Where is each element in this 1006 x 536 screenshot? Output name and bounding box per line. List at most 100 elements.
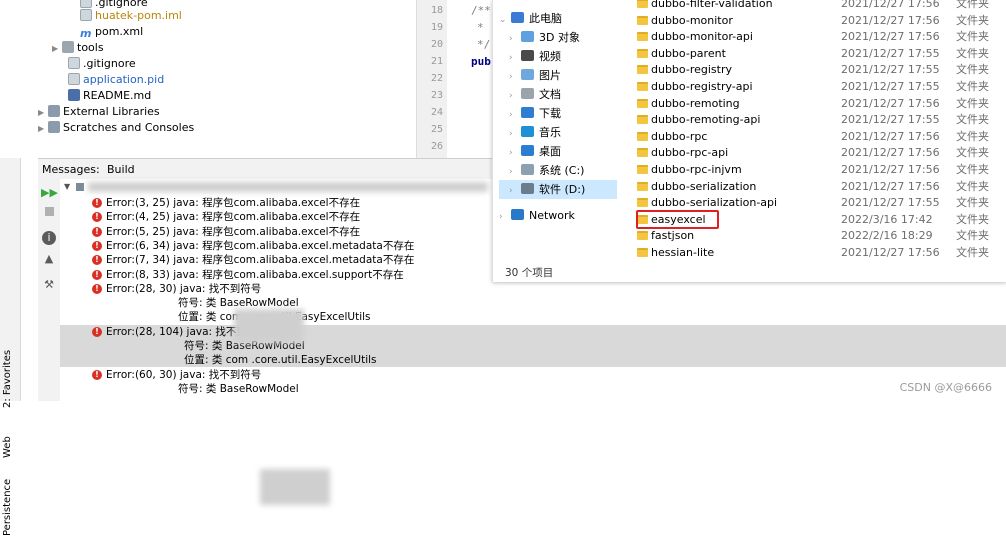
error-detail-row[interactable]: 符号: 类 BaseRowModel bbox=[60, 382, 1006, 396]
expand-arrow-icon[interactable]: ▶ bbox=[38, 121, 48, 137]
tree-item[interactable]: ▶ Scratches and Consoles bbox=[38, 120, 194, 136]
nav-item[interactable]: ⌄ 此电脑 bbox=[499, 9, 617, 28]
tree-item[interactable]: huatek-pom.iml bbox=[80, 8, 182, 24]
error-icon: ! bbox=[92, 226, 102, 237]
error-message-row[interactable]: ! Error:(60, 30) java: 找不到符号 bbox=[60, 368, 1006, 382]
nav-item-label: 软件 (D:) bbox=[539, 183, 586, 196]
error-detail-row[interactable]: 符号: 类 BaseRowModel bbox=[60, 296, 1006, 310]
nav-item[interactable]: › Network bbox=[499, 206, 617, 225]
nav-item[interactable]: › 软件 (D:) bbox=[499, 180, 617, 199]
item-type: 文件夹 bbox=[956, 30, 989, 44]
folder-name: dubbo-remoting-api bbox=[651, 113, 761, 127]
highlight-box bbox=[636, 210, 719, 229]
info-filter-icon[interactable]: i bbox=[42, 231, 56, 245]
error-icon: ! bbox=[92, 255, 102, 266]
folder-icon bbox=[637, 131, 648, 141]
folder-row[interactable]: dubbo-rpc 2021/12/27 17:56 文件夹 bbox=[629, 129, 1006, 145]
folder-row[interactable]: fastjson 2022/2/16 18:29 文件夹 bbox=[629, 228, 1006, 244]
folder-name: dubbo-remoting bbox=[651, 96, 740, 110]
modified-date: 2021/12/27 17:55 bbox=[841, 113, 940, 127]
error-detail-row[interactable]: 位置: 类 com .core.util.EasyExcelUtils bbox=[60, 310, 1006, 324]
persistence-tab[interactable]: Persistence bbox=[2, 479, 13, 536]
folder-row[interactable]: hessian-lite 2021/12/27 17:56 文件夹 bbox=[629, 245, 1006, 261]
tree-item[interactable]: m pom.xml bbox=[80, 24, 143, 40]
modified-date: 2021/12/27 17:56 bbox=[841, 96, 940, 110]
library-icon bbox=[48, 105, 60, 117]
nav-item[interactable]: › 系统 (C:) bbox=[499, 161, 617, 180]
warning-filter-icon[interactable]: ▲ bbox=[41, 251, 57, 267]
stop-icon[interactable] bbox=[41, 205, 57, 221]
folder-row[interactable]: dubbo-rpc-api 2021/12/27 17:56 文件夹 bbox=[629, 145, 1006, 161]
folder-row[interactable]: dubbo-registry 2021/12/27 17:55 文件夹 bbox=[629, 62, 1006, 78]
nav-item[interactable]: › 文档 bbox=[499, 85, 617, 104]
nav-item[interactable]: › 桌面 bbox=[499, 142, 617, 161]
tree-item-label: External Libraries bbox=[63, 105, 160, 118]
expand-arrow-icon[interactable]: ▼ bbox=[64, 180, 70, 194]
web-tab[interactable]: Web bbox=[2, 436, 13, 458]
code-fragment: */ bbox=[477, 38, 491, 51]
folder-row[interactable]: dubbo-rpc-injvm 2021/12/27 17:56 文件夹 bbox=[629, 162, 1006, 178]
folder-row[interactable]: dubbo-registry-api 2021/12/27 17:55 文件夹 bbox=[629, 79, 1006, 95]
item-type: 文件夹 bbox=[956, 129, 989, 143]
chevron-icon[interactable]: › bbox=[509, 182, 521, 201]
nav-item[interactable]: › 3D 对象 bbox=[499, 28, 617, 47]
file-icon bbox=[80, 0, 92, 8]
folder-name: dubbo-rpc-injvm bbox=[651, 163, 742, 176]
error-detail-row[interactable]: 位置: 类 com .core.util.EasyExcelUtils bbox=[60, 353, 1006, 368]
nav-item-label: 视频 bbox=[539, 50, 561, 63]
build-tab[interactable]: Build bbox=[107, 163, 135, 176]
left-tool-window-strip: 2: Favorites Web Persistence bbox=[0, 158, 21, 536]
folder-icon bbox=[637, 65, 648, 75]
tree-item[interactable]: ▶ tools bbox=[52, 40, 104, 56]
folder-row[interactable]: dubbo-remoting-api 2021/12/27 17:55 文件夹 bbox=[629, 112, 1006, 128]
message-text: Error:(5, 25) java: 程序包com.alibaba.excel… bbox=[106, 225, 361, 238]
folder-row[interactable]: dubbo-filter-validation 2021/12/27 17:56 文… bbox=[629, 0, 1006, 12]
chevron-icon[interactable]: › bbox=[499, 208, 511, 227]
line-number: 20 bbox=[430, 39, 443, 50]
folder-row[interactable]: dubbo-serialization 2021/12/27 17:56 文件夹 bbox=[629, 179, 1006, 195]
expand-arrow-icon[interactable]: ▶ bbox=[38, 105, 48, 121]
redacted-region bbox=[234, 309, 304, 343]
nav-item[interactable]: › 视频 bbox=[499, 47, 617, 66]
line-number: 21 bbox=[430, 56, 443, 67]
code-editor[interactable]: 18 19 20 21 22 23 24 25 26 /** * */ pub bbox=[416, 0, 493, 158]
favorites-tab[interactable]: 2: Favorites bbox=[2, 350, 13, 408]
nav-item-label: 文档 bbox=[539, 88, 561, 101]
item-type: 文件夹 bbox=[956, 80, 989, 93]
nav-item[interactable]: › 下载 bbox=[499, 104, 617, 123]
folder-row[interactable]: dubbo-parent 2021/12/27 17:55 文件夹 bbox=[629, 46, 1006, 62]
tree-item[interactable]: .gitignore bbox=[68, 56, 136, 72]
line-number: 18 bbox=[430, 5, 443, 16]
folder-row[interactable]: dubbo-serialization-api 2021/12/27 17:55 文… bbox=[629, 195, 1006, 211]
message-text: Error:(60, 30) java: 找不到符号 bbox=[106, 368, 262, 381]
tree-item[interactable]: README.md bbox=[68, 88, 151, 104]
folder-icon bbox=[637, 231, 648, 241]
modified-date: 2021/12/27 17:56 bbox=[841, 13, 940, 27]
error-message-row[interactable]: ! Error:(28, 30) java: 找不到符号 bbox=[60, 282, 1006, 296]
tree-item-label: tools bbox=[77, 41, 104, 54]
item-type: 文件夹 bbox=[956, 0, 989, 10]
wrench-icon[interactable]: ⚒ bbox=[41, 277, 57, 293]
rerun-icon[interactable]: ▶▶ bbox=[41, 185, 58, 201]
tree-item-label: huatek-pom.iml bbox=[95, 9, 182, 22]
modified-date: 2022/2/16 18:29 bbox=[841, 229, 933, 243]
error-detail-row[interactable]: 符号: 类 BaseRowModel bbox=[60, 339, 1006, 353]
folder-icon bbox=[637, 32, 648, 42]
file-icon bbox=[68, 73, 80, 85]
tree-item[interactable]: ▶ External Libraries bbox=[38, 104, 160, 120]
item-type: 文件夹 bbox=[956, 196, 989, 210]
nav-item[interactable]: › 音乐 bbox=[499, 123, 617, 142]
nav-item[interactable]: › 图片 bbox=[499, 66, 617, 85]
message-text: Error:(8, 33) java: 程序包com.alibaba.excel… bbox=[106, 268, 404, 281]
expand-arrow-icon[interactable]: ▶ bbox=[52, 41, 62, 57]
folder-row[interactable]: dubbo-monitor-api 2021/12/27 17:56 文件夹 bbox=[629, 29, 1006, 45]
tree-item[interactable]: application.pid bbox=[68, 72, 164, 88]
folder-name: fastjson bbox=[651, 229, 695, 243]
folder-row[interactable]: dubbo-remoting 2021/12/27 17:56 文件夹 bbox=[629, 96, 1006, 112]
item-type: 文件夹 bbox=[956, 63, 989, 77]
error-message-row[interactable]: ! Error:(28, 104) java: 找不到符号 bbox=[60, 324, 1006, 339]
nav-item-label: Network bbox=[529, 209, 575, 222]
folder-name: dubbo-serialization bbox=[651, 179, 757, 193]
messages-tab[interactable]: Messages: bbox=[42, 163, 100, 176]
folder-row[interactable]: dubbo-monitor 2021/12/27 17:56 文件夹 bbox=[629, 13, 1006, 29]
